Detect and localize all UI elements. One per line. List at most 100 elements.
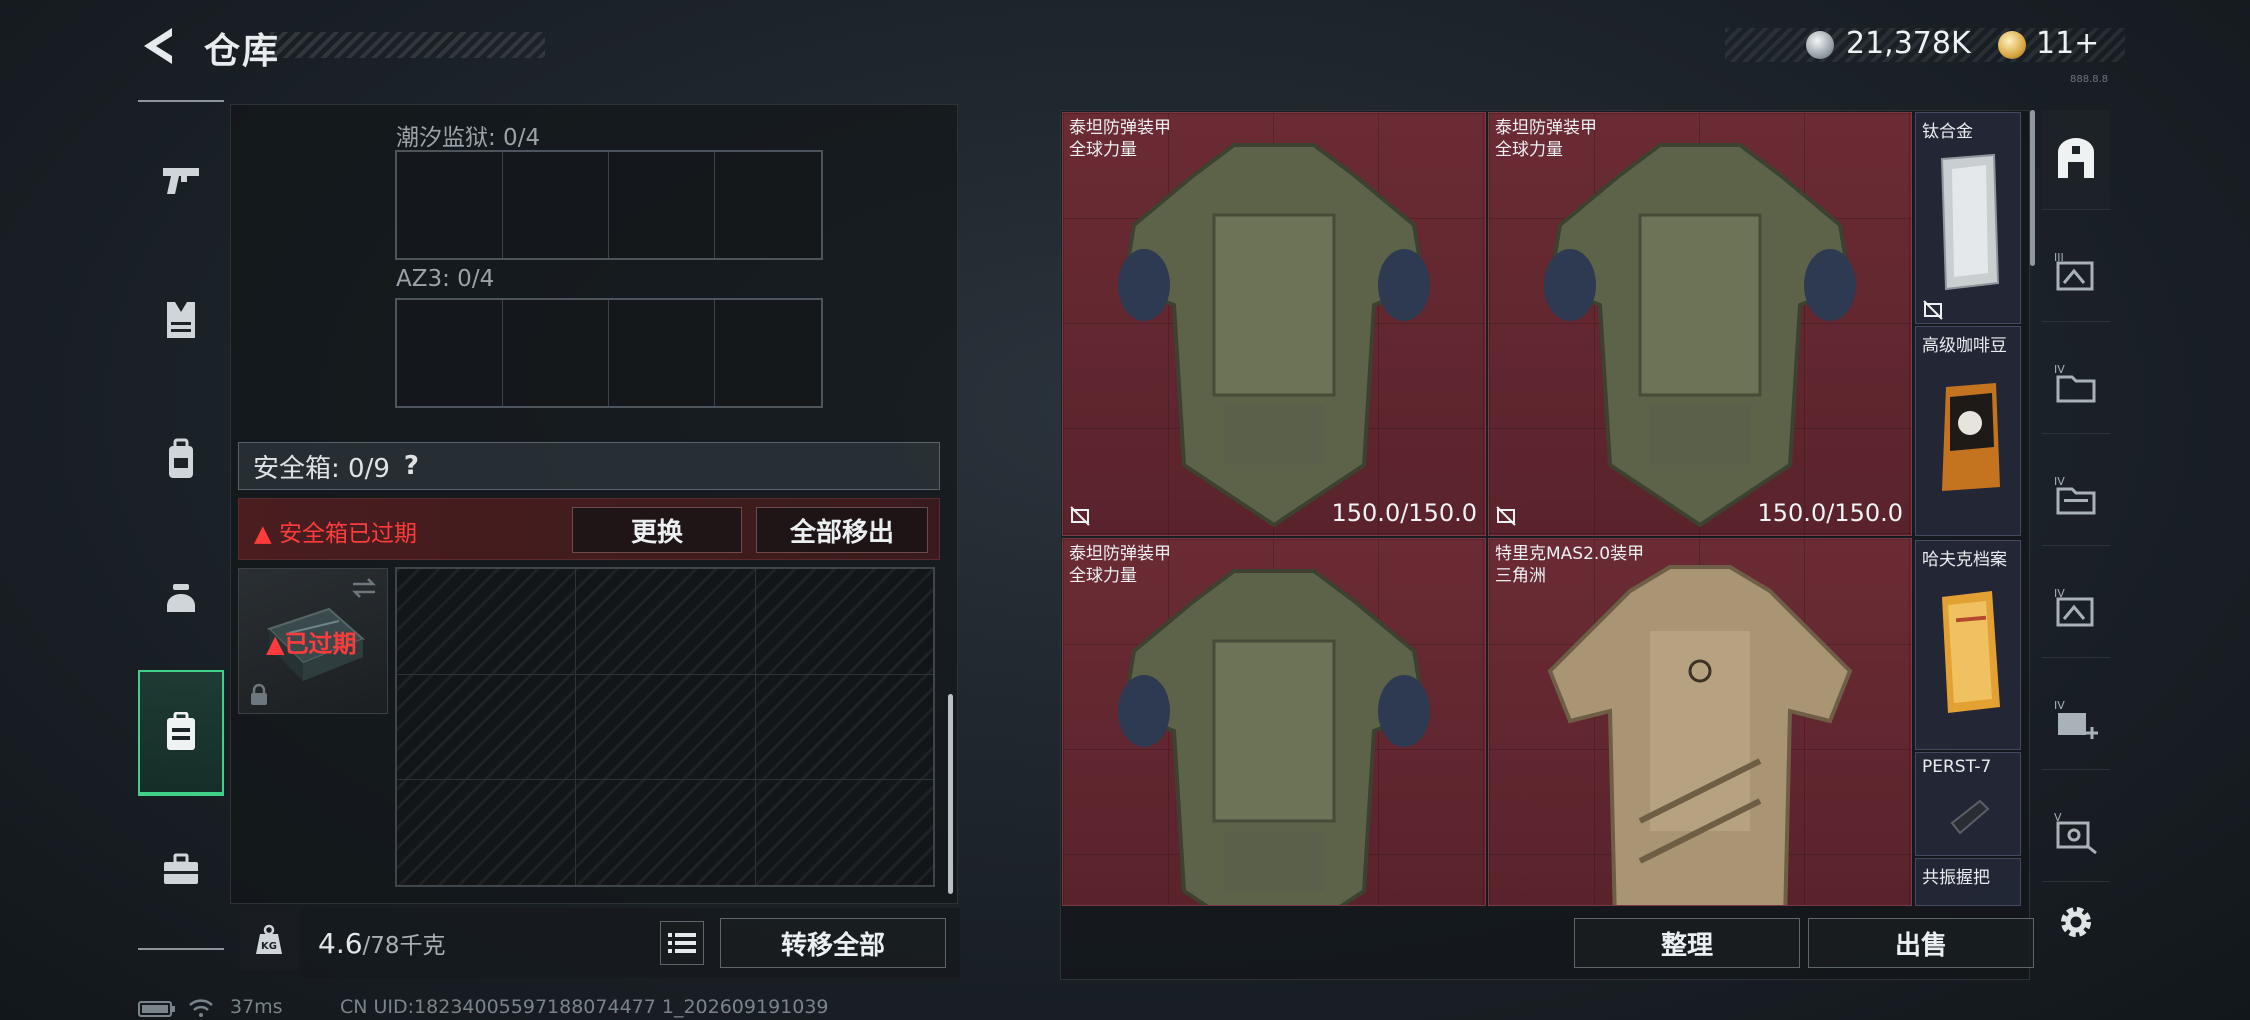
weight-readout: 4.6/78千克 — [318, 926, 446, 960]
category-tier-5[interactable]: V — [2042, 782, 2110, 882]
nav-item-armor[interactable] — [138, 270, 224, 370]
sell-button[interactable]: 出售 — [1808, 918, 2034, 968]
category-tier-4-add[interactable]: IV — [2042, 670, 2110, 770]
svg-text:IV: IV — [2054, 475, 2065, 488]
item-durability: 150.0/150.0 — [1757, 499, 1904, 527]
category-all[interactable] — [2042, 110, 2110, 210]
side-item-titanium[interactable]: 钛合金 — [1915, 112, 2021, 324]
nav-item-weapons[interactable] — [138, 130, 224, 230]
category-tier-4-c[interactable]: IV — [2042, 558, 2110, 658]
silver-currency-amount: 21,378K — [1846, 26, 1971, 61]
item-name: 泰坦防弹装甲 全球力量 — [1069, 544, 1171, 586]
side-item-hafk-file[interactable]: 哈夫克档案 — [1915, 540, 2021, 750]
help-icon[interactable]: ? — [404, 451, 419, 481]
slot-label-az3: AZ3: 0/4 — [396, 266, 495, 292]
category-tier-3[interactable]: III — [2042, 222, 2110, 322]
tier-3-category-icon: III — [2054, 251, 2094, 290]
stash-scrollbar[interactable] — [2030, 110, 2035, 266]
back-arrow-icon — [144, 28, 172, 64]
item-durability: 150.0/150.0 — [1331, 499, 1478, 527]
version-text: 888.8.8 — [2070, 74, 2109, 85]
nav-item-helmet[interactable] — [138, 550, 224, 650]
weight-icon: KG — [256, 924, 282, 954]
side-item-coffee-beans[interactable]: 高级咖啡豆 — [1915, 326, 2021, 536]
replace-button[interactable]: 更换 — [572, 507, 742, 553]
item-card-titan-armor-1[interactable]: 泰坦防弹装甲 全球力量 150.0/150.0 — [1062, 112, 1486, 536]
left-nav — [138, 100, 224, 950]
remove-all-button[interactable]: 全部移出 — [756, 507, 928, 553]
no-trade-icon — [1070, 506, 1090, 526]
tier-4-folder-icon: IV — [2054, 475, 2096, 514]
svg-text:IV: IV — [2054, 699, 2065, 712]
item-name: 高级咖啡豆 — [1922, 336, 2007, 356]
slot-grid-az3[interactable] — [395, 298, 823, 408]
safebox-header: 安全箱: 0/9 ? — [238, 442, 940, 490]
page-title: 仓库 — [204, 31, 281, 72]
armor-vest-icon — [1118, 143, 1430, 528]
no-trade-icon — [1923, 300, 1943, 320]
item-card-titan-armor-3[interactable]: 泰坦防弹装甲 全球力量 — [1062, 538, 1486, 906]
weight-capacity: /78千克 — [362, 933, 446, 959]
uid-text: CN UID:18234005597188074477 1_2026091910… — [340, 996, 829, 1018]
item-card-mas-armor[interactable]: 特里克MAS2.0装甲 三角洲 — [1488, 538, 1912, 906]
transfer-all-button[interactable]: 转移全部 — [720, 918, 946, 968]
item-name: 泰坦防弹装甲 全球力量 — [1069, 118, 1171, 160]
armor-vest-icon — [1118, 569, 1430, 905]
nav-item-backpack[interactable] — [138, 410, 224, 510]
item-card-titan-armor-2[interactable]: 泰坦防弹装甲 全球力量 150.0/150.0 — [1488, 112, 1912, 536]
slot-grid-tide-prison[interactable] — [395, 150, 823, 260]
tier-5-search-icon: V — [2054, 811, 2097, 854]
tier-4-folder-icon: IV — [2054, 363, 2096, 402]
list-view-button[interactable] — [660, 921, 704, 965]
helmet-icon — [167, 584, 195, 612]
weight-value: 4.6 — [318, 927, 363, 960]
category-tier-4-a[interactable]: IV — [2042, 334, 2110, 434]
inventory-scrollbar[interactable] — [948, 694, 953, 894]
list-icon — [668, 933, 696, 953]
sort-button[interactable]: 整理 — [1574, 918, 1800, 968]
item-name: 哈夫克档案 — [1922, 550, 2007, 570]
nav-item-briefcase[interactable] — [138, 820, 224, 920]
gear-icon — [2061, 907, 2091, 937]
expired-label: ▲已过期 — [266, 630, 357, 658]
settings-button[interactable] — [2052, 898, 2100, 946]
item-name: 共振握把 — [1922, 868, 1990, 888]
battery-icon — [138, 1001, 175, 1017]
svg-text:IV: IV — [2054, 363, 2065, 376]
back-button[interactable] — [136, 24, 180, 68]
safebox-grid[interactable] — [395, 567, 935, 887]
gold-coin-icon — [1998, 31, 2026, 59]
kg-badge: KG — [240, 910, 298, 970]
kg-text: KG — [261, 941, 277, 952]
no-trade-icon — [1496, 506, 1516, 526]
safebox-capacity-label: 安全箱: 0/9 — [253, 453, 390, 484]
item-name: 泰坦防弹装甲 全球力量 — [1495, 118, 1597, 160]
gold-currency-amount[interactable]: 11+ — [2036, 26, 2099, 61]
title-stripe-decoration — [270, 32, 545, 58]
tier-4-image-icon: IV — [2054, 587, 2094, 626]
pistol-icon — [163, 168, 199, 194]
briefcase-icon — [164, 853, 198, 884]
silver-coin-icon — [1806, 31, 1834, 59]
ping-text: 37ms — [230, 996, 283, 1018]
warning-text: ▲ 安全箱已过期 — [254, 521, 417, 547]
backpack-icon — [169, 438, 193, 478]
category-column: III IV IV IV IV V — [2042, 110, 2110, 890]
item-name: 钛合金 — [1922, 122, 1973, 142]
armor-vest-icon — [1547, 565, 1853, 905]
nav-item-safebox[interactable] — [138, 670, 224, 796]
wifi-icon — [189, 999, 213, 1017]
category-tier-4-b[interactable]: IV — [2042, 446, 2110, 546]
vest-icon — [167, 302, 195, 338]
item-name: 特里克MAS2.0装甲 三角洲 — [1495, 544, 1645, 586]
side-item-resonance-grip[interactable]: 共振握把 — [1915, 858, 2021, 906]
tier-4-add-icon: IV — [2054, 699, 2098, 739]
slot-label-tide-prison: 潮汐监狱: 0/4 — [396, 125, 541, 151]
side-item-perst-7[interactable]: PERST-7 — [1915, 752, 2021, 856]
armor-vest-icon — [1544, 143, 1856, 528]
laser-module-icon — [1950, 799, 1990, 835]
swap-icon — [351, 578, 377, 598]
titanium-plate-icon — [1940, 153, 2000, 291]
coffee-bag-icon — [1942, 383, 2000, 491]
lock-icon — [251, 683, 267, 705]
